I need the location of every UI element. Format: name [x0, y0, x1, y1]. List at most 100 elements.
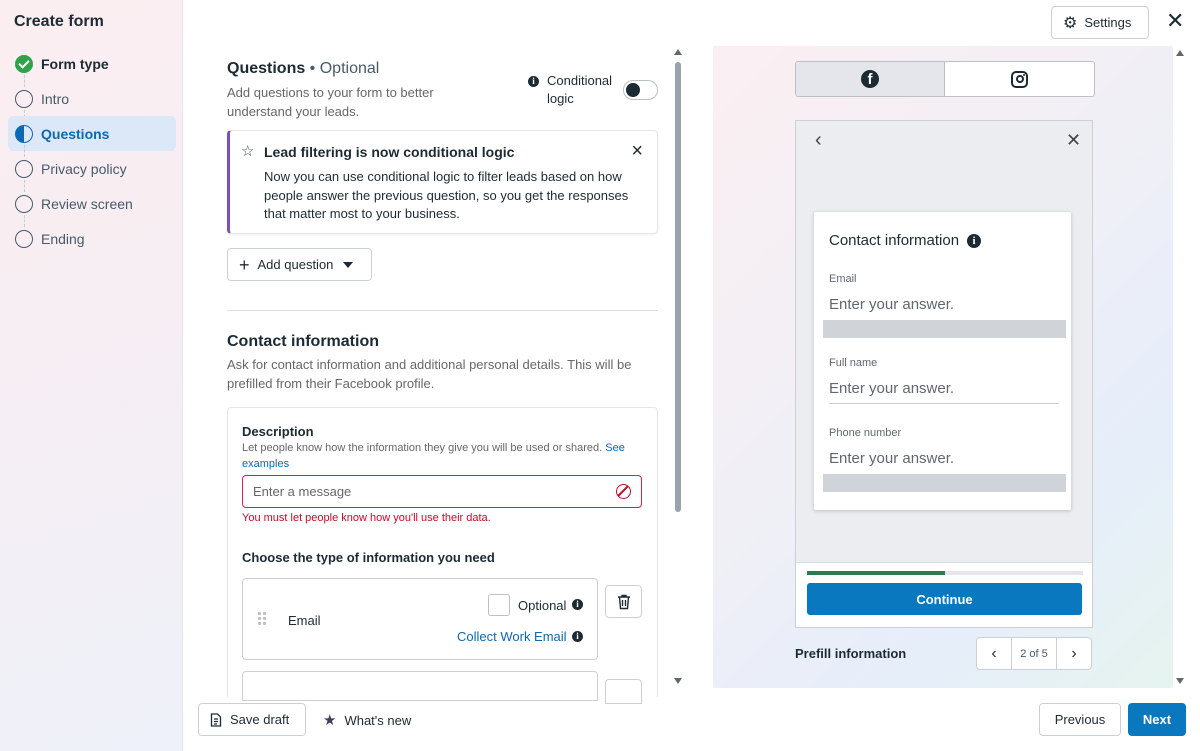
step-questions[interactable]: Questions [8, 116, 176, 157]
settings-label: Settings [1084, 15, 1132, 30]
collect-work-email-link[interactable]: Collect Work Email [457, 629, 567, 644]
field-label: Email [288, 613, 321, 628]
drag-handle-icon[interactable] [257, 611, 267, 627]
error-text: You must let people know how you'll use … [242, 512, 491, 524]
info-icon[interactable]: i [572, 631, 583, 642]
delete-button[interactable] [605, 679, 642, 704]
check-circle-icon [15, 54, 33, 73]
questions-title: Questions • Optional [227, 60, 379, 78]
platform-tabs: f [795, 61, 1095, 97]
conditional-logic-toggle[interactable] [623, 80, 658, 100]
info-icon: i [967, 233, 982, 248]
step-label: Questions [41, 125, 110, 142]
message-input[interactable]: Enter a message [242, 475, 642, 508]
sidebar-title: Create form [14, 13, 104, 30]
pager-text: 2 of 5 [1020, 647, 1048, 660]
step-label: Privacy policy [41, 160, 127, 177]
preview-field-underline [829, 403, 1059, 404]
step-label: Ending [41, 230, 85, 247]
description-help: Let people know how the information they… [242, 440, 642, 472]
notice-banner: ☆ Lead filtering is now conditional logi… [227, 130, 658, 234]
continue-button[interactable]: Continue [807, 583, 1082, 615]
preview-field-label: Email [829, 273, 857, 285]
empty-circle-icon [15, 229, 33, 248]
document-icon [210, 712, 222, 727]
add-question-button[interactable]: + Add question [227, 248, 372, 281]
next-field-card [242, 671, 598, 701]
gear-icon: ⚙ [1063, 14, 1078, 32]
step-label: Intro [41, 90, 70, 107]
empty-circle-icon [15, 89, 33, 108]
close-icon[interactable]: ✕ [1066, 130, 1081, 151]
message-placeholder: Enter a message [253, 484, 352, 499]
step-label: Form type [41, 55, 109, 72]
scroll-up-arrow[interactable] [1176, 50, 1184, 56]
optional-checkbox[interactable] [488, 594, 510, 616]
choose-info-label: Choose the type of information you need [242, 550, 495, 565]
questions-description: Add questions to your form to better und… [227, 85, 434, 119]
conditional-logic-label: Conditional logic [547, 73, 613, 106]
contact-description: Ask for contact information and addition… [227, 357, 632, 391]
step-review-screen[interactable]: Review screen [8, 186, 176, 227]
toggle-knob [626, 83, 640, 97]
step-ending[interactable]: Ending [8, 221, 176, 256]
info-icon[interactable]: i [528, 76, 539, 87]
preview-field-underline [823, 320, 1066, 338]
close-icon[interactable]: × [631, 140, 643, 163]
plus-icon: + [239, 254, 250, 275]
step-label: Review screen [41, 195, 133, 212]
pager-prev-button[interactable]: ‹ [977, 638, 1012, 669]
scroll-up-arrow[interactable] [674, 49, 682, 55]
progress-bar [807, 571, 1083, 575]
whats-new-label: What's new [344, 712, 412, 728]
sidebar: Create form Form type Intro Questions Pr… [0, 0, 183, 751]
caret-down-icon [343, 261, 354, 268]
progress-fill [807, 571, 945, 575]
error-icon [616, 484, 631, 499]
preview-pager: ‹ 2 of 5 › [976, 637, 1092, 670]
scroll-down-arrow[interactable] [1176, 678, 1184, 684]
delete-button[interactable] [605, 585, 642, 618]
tab-facebook[interactable]: f [796, 62, 945, 96]
previous-button[interactable]: Previous [1039, 703, 1121, 736]
questions-title-text: Questions [227, 60, 306, 77]
close-icon[interactable]: ✕ [1166, 10, 1184, 32]
save-draft-button[interactable]: Save draft [198, 703, 306, 736]
chevron-left-icon[interactable]: ‹ [815, 129, 822, 152]
step-intro[interactable]: Intro [8, 81, 176, 122]
pager-next-button[interactable]: › [1056, 638, 1091, 669]
half-circle-icon [15, 124, 33, 143]
notice-body: Now you can use conditional logic to fil… [264, 169, 629, 221]
save-draft-label: Save draft [230, 712, 290, 727]
preview-field-underline [823, 474, 1066, 492]
tab-instagram[interactable] [945, 62, 1094, 96]
optional-suffix: • Optional [305, 60, 380, 77]
add-question-label: Add question [257, 257, 334, 272]
empty-circle-icon [15, 194, 33, 213]
preview-field-placeholder: Enter your answer. [829, 296, 955, 313]
whats-new-link[interactable]: ★ What's new [323, 711, 411, 729]
preview-field-label: Phone number [829, 427, 902, 439]
email-field-card: Email Optional i Collect Work Email i [242, 578, 598, 660]
notice-title: Lead filtering is now conditional logic [264, 144, 515, 160]
preview-form-title-text: Contact information [829, 232, 960, 249]
contact-title: Contact information [227, 333, 379, 350]
scroll-down-arrow[interactable] [674, 678, 682, 684]
next-button[interactable]: Next [1128, 703, 1186, 736]
description-help-text: Let people know how the information they… [242, 442, 603, 454]
description-label: Description [242, 424, 314, 439]
step-privacy-policy[interactable]: Privacy policy [8, 151, 176, 192]
trash-icon [618, 594, 630, 610]
empty-circle-icon [15, 159, 33, 178]
conditional-logic: i Conditional logic [528, 72, 619, 108]
preview-form-title: Contact information i [829, 232, 982, 249]
scrollbar-thumb[interactable] [675, 62, 681, 512]
instagram-icon [1011, 70, 1028, 88]
preview-field-placeholder: Enter your answer. [829, 380, 955, 397]
info-icon[interactable]: i [572, 599, 583, 610]
divider [227, 310, 658, 311]
chevron-right-icon: › [1071, 644, 1077, 662]
step-form-type[interactable]: Form type [8, 46, 176, 87]
preview-field-label: Full name [829, 357, 878, 369]
settings-button[interactable]: ⚙ Settings [1051, 6, 1149, 39]
